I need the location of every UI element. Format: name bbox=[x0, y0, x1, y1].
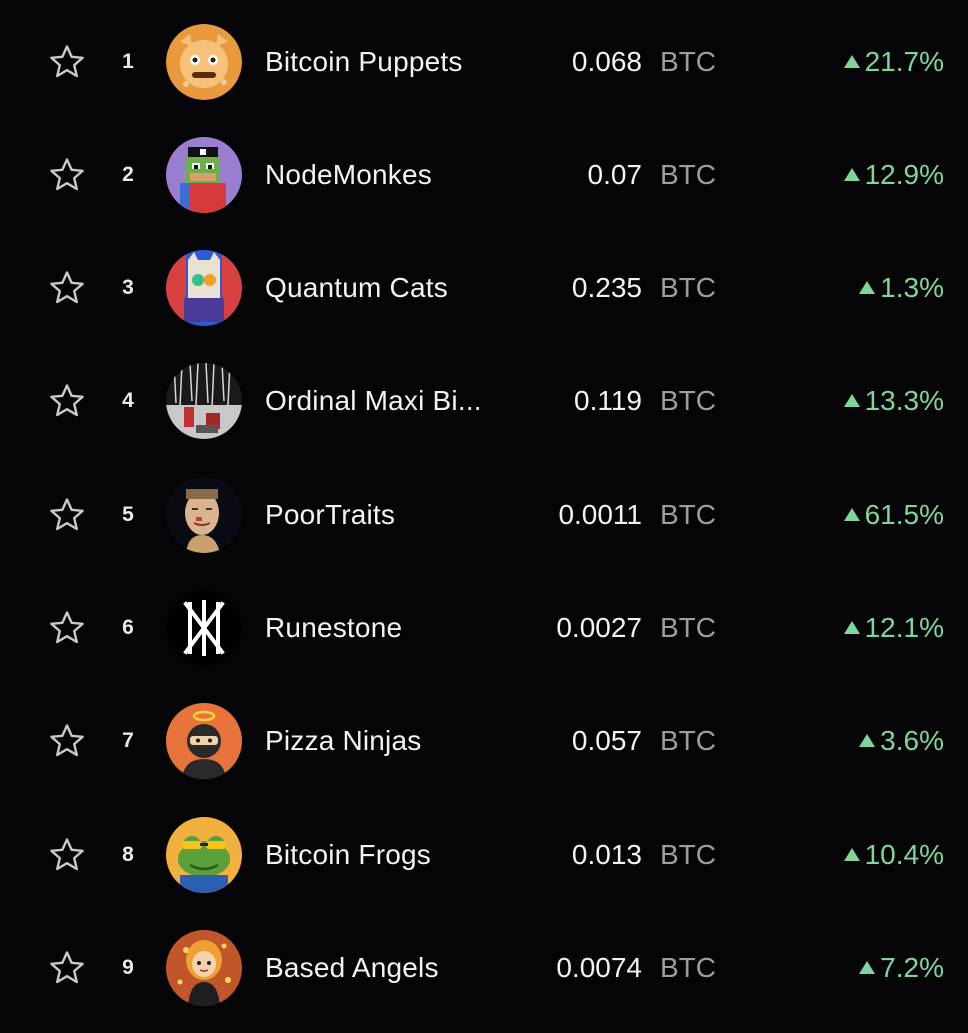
up-arrow-icon bbox=[859, 960, 876, 974]
floor-price: 0.07 bbox=[587, 158, 643, 190]
favorite-star-icon[interactable] bbox=[48, 269, 86, 307]
floor-price: 0.0027 bbox=[556, 612, 642, 643]
price-unit: BTC bbox=[660, 45, 716, 77]
floor-price: 0.057 bbox=[571, 725, 642, 757]
up-arrow-icon bbox=[843, 847, 860, 861]
price-change-value: 7.2% bbox=[880, 951, 944, 983]
collection-row[interactable]: 5 PoorTraits 0.0011 BTC 61.5% bbox=[0, 458, 968, 571]
floor-price: 0.068 bbox=[571, 45, 642, 77]
collection-row[interactable]: 2 NodeMonkes 0.07 BTC 12.9% bbox=[0, 118, 968, 231]
price-change-value: 12.9% bbox=[864, 158, 944, 190]
collection-name[interactable]: Pizza Ninjas bbox=[265, 725, 421, 757]
ninja-avatar-icon[interactable] bbox=[166, 703, 242, 780]
collection-name[interactable]: Quantum Cats bbox=[265, 272, 448, 304]
frog-avatar-icon[interactable] bbox=[166, 816, 242, 893]
collection-name[interactable]: Ordinal Maxi Bi... bbox=[265, 385, 482, 417]
price-change-value: 3.6% bbox=[880, 725, 944, 757]
collection-row[interactable]: 9 Based Angels 0.0074 BTC 7.2% bbox=[0, 911, 968, 1024]
up-arrow-icon bbox=[843, 167, 860, 181]
up-arrow-icon bbox=[843, 507, 860, 521]
favorite-star-icon[interactable] bbox=[48, 156, 86, 194]
price-unit: BTC bbox=[660, 838, 716, 870]
price-change: 13.3% bbox=[843, 385, 944, 417]
price-change-value: 13.3% bbox=[864, 385, 944, 417]
price-change-value: 10.4% bbox=[864, 838, 944, 870]
price-unit: BTC bbox=[660, 951, 716, 983]
up-arrow-icon bbox=[843, 394, 860, 408]
rank-number: 6 bbox=[122, 616, 134, 639]
collection-row[interactable]: 3 Quantum Cats 0.235 BTC 1.3% bbox=[0, 232, 968, 345]
collection-name[interactable]: Bitcoin Puppets bbox=[265, 46, 463, 78]
puppet-avatar-icon[interactable] bbox=[166, 23, 242, 100]
price-change: 1.3% bbox=[859, 272, 944, 304]
collection-row[interactable]: 1 Bitcoin Puppets 0.068 BTC 21.7% bbox=[0, 5, 968, 118]
rank-number: 8 bbox=[122, 842, 134, 866]
collection-row[interactable]: 6 Runestone 0.0027 BTC 12.1% bbox=[0, 572, 968, 685]
floor-price: 0.013 bbox=[571, 838, 642, 870]
runestone-avatar-icon[interactable] bbox=[166, 590, 242, 666]
price-change: 10.4% bbox=[843, 838, 944, 871]
rank-number: 5 bbox=[122, 502, 134, 526]
rank-number: 3 bbox=[122, 276, 134, 300]
price-unit: BTC bbox=[660, 385, 716, 417]
collection-name[interactable]: NodeMonkes bbox=[265, 159, 432, 191]
collection-row[interactable]: 8 Bitcoin Frogs 0.013 BTC 10.4% bbox=[0, 798, 968, 911]
collection-row[interactable]: 7 Pizza Ninjas 0.057 BTC 3.6% bbox=[0, 685, 968, 798]
price-unit: BTC bbox=[660, 158, 716, 190]
favorite-star-icon[interactable] bbox=[48, 836, 86, 874]
rank-number: 7 bbox=[122, 729, 134, 753]
price-change: 12.9% bbox=[843, 158, 944, 191]
collection-name[interactable]: Bitcoin Frogs bbox=[265, 839, 431, 871]
price-change: 3.6% bbox=[859, 725, 944, 757]
price-unit: BTC bbox=[660, 498, 716, 530]
rank-number: 9 bbox=[122, 955, 134, 979]
quantum-cat-avatar-icon[interactable] bbox=[166, 250, 242, 327]
favorite-star-icon[interactable] bbox=[48, 382, 86, 420]
ordinal-maxi-avatar-icon[interactable] bbox=[166, 363, 242, 440]
price-change: 21.7% bbox=[843, 45, 944, 78]
floor-price: 0.0011 bbox=[558, 498, 642, 530]
price-unit: BTC bbox=[660, 725, 716, 757]
price-change-value: 1.3% bbox=[880, 272, 944, 304]
favorite-star-icon[interactable] bbox=[48, 496, 86, 534]
collection-name[interactable]: PoorTraits bbox=[265, 499, 395, 531]
favorite-star-icon[interactable] bbox=[48, 609, 86, 647]
collection-name[interactable]: Runestone bbox=[265, 612, 402, 644]
price-unit: BTC bbox=[660, 612, 716, 643]
price-change: 7.2% bbox=[859, 952, 944, 984]
price-change: 12.1% bbox=[843, 612, 944, 644]
pixel-monkey-avatar-icon[interactable] bbox=[166, 136, 242, 213]
floor-price: 0.235 bbox=[571, 272, 642, 304]
favorite-star-icon[interactable] bbox=[48, 949, 86, 987]
up-arrow-icon bbox=[843, 621, 860, 634]
rank-number: 1 bbox=[122, 49, 134, 73]
price-change-value: 12.1% bbox=[864, 612, 944, 643]
portrait-avatar-icon[interactable] bbox=[166, 476, 242, 553]
up-arrow-icon bbox=[843, 54, 860, 68]
price-change-value: 61.5% bbox=[864, 498, 944, 530]
price-change: 61.5% bbox=[843, 498, 944, 531]
collection-row[interactable]: 4 Ordinal Maxi Bi... 0.119 BTC 13.3% bbox=[0, 345, 968, 458]
up-arrow-icon bbox=[859, 734, 876, 748]
angel-avatar-icon[interactable] bbox=[166, 929, 242, 1006]
rank-number: 2 bbox=[122, 162, 134, 186]
price-unit: BTC bbox=[660, 272, 716, 304]
floor-price: 0.119 bbox=[574, 385, 642, 417]
floor-price: 0.0074 bbox=[556, 951, 642, 983]
collection-ranking-list: 1 Bitcoin Puppets 0.068 BTC 21.7% 2 Node… bbox=[0, 0, 968, 1033]
up-arrow-icon bbox=[859, 281, 876, 295]
favorite-star-icon[interactable] bbox=[48, 722, 86, 760]
rank-number: 4 bbox=[122, 389, 134, 413]
price-change-value: 21.7% bbox=[864, 45, 944, 77]
collection-name[interactable]: Based Angels bbox=[265, 952, 439, 984]
favorite-star-icon[interactable] bbox=[48, 43, 86, 81]
